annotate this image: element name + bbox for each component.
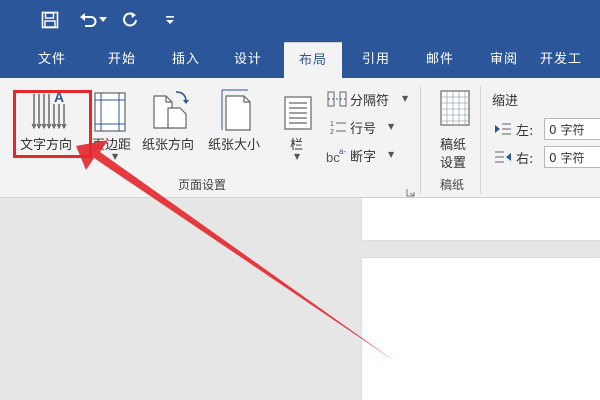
pointer-arrow-icon xyxy=(76,140,396,362)
